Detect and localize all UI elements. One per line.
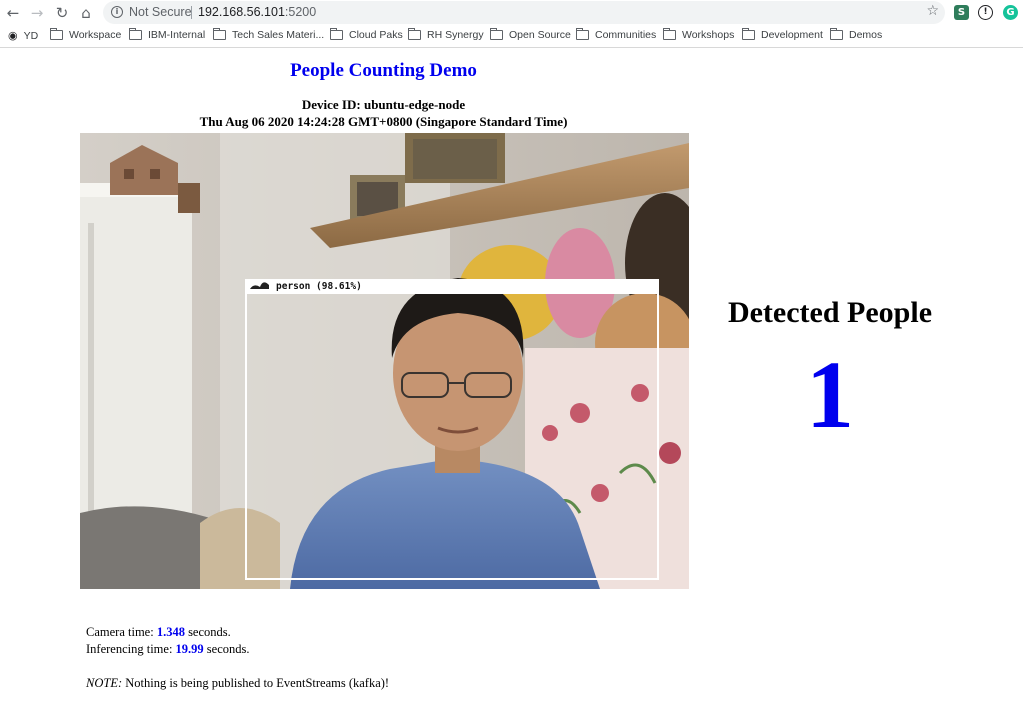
address-bar[interactable]: i Not Secure 192.168.56.101:5200 ☆ bbox=[103, 1, 945, 24]
folder-icon bbox=[129, 28, 142, 40]
address-divider bbox=[191, 6, 192, 19]
page-title: People Counting Demo bbox=[290, 60, 477, 81]
bookmark-demos[interactable]: Demos bbox=[830, 28, 883, 41]
bookmark-tech-sales[interactable]: Tech Sales Materi... bbox=[213, 28, 325, 41]
camera-time-label: Camera time: bbox=[86, 625, 154, 639]
folder-icon bbox=[490, 28, 503, 40]
folder-icon bbox=[50, 28, 63, 40]
note-text: Nothing is being published to EventStrea… bbox=[125, 676, 390, 690]
bookmark-rh-synergy[interactable]: RH Synergy bbox=[408, 28, 484, 41]
note-prefix: NOTE: bbox=[86, 676, 123, 690]
bookmark-development[interactable]: Development bbox=[742, 28, 823, 41]
url-port: :5200 bbox=[284, 5, 317, 19]
home-icon[interactable]: ⌂ bbox=[75, 2, 97, 24]
folder-icon bbox=[830, 28, 843, 40]
browser-toolbar: ← → ↻ ⌂ i Not Secure 192.168.56.101:5200… bbox=[0, 0, 1023, 26]
publish-note: NOTE: Nothing is being published to Even… bbox=[86, 676, 389, 691]
folder-icon bbox=[213, 28, 226, 40]
bookmark-ibm-internal[interactable]: IBM-Internal bbox=[129, 28, 206, 41]
folder-icon bbox=[330, 28, 343, 40]
camera-time-unit: seconds. bbox=[188, 625, 231, 639]
detected-people-count: 1 bbox=[806, 341, 854, 448]
inferencing-time-label: Inferencing time: bbox=[86, 642, 173, 656]
bookmark-label: Development bbox=[761, 29, 823, 41]
folder-icon bbox=[742, 28, 755, 40]
inferencing-time-unit: seconds. bbox=[206, 642, 250, 656]
camera-time: Camera time: 1.348 seconds. bbox=[86, 625, 231, 640]
camera-frame-image bbox=[80, 133, 689, 589]
security-label: Not Secure bbox=[129, 5, 192, 19]
bookmark-label: YD bbox=[23, 29, 39, 42]
bookmark-star-icon[interactable]: ☆ bbox=[926, 3, 939, 19]
bookmark-label: RH Synergy bbox=[427, 29, 484, 41]
inferencing-time-value: 19.99 bbox=[175, 642, 204, 656]
bookmark-label: Workshops bbox=[682, 29, 735, 41]
bookmark-cloud-paks[interactable]: Cloud Paks bbox=[330, 28, 403, 41]
bookmark-workspace[interactable]: Workspace bbox=[50, 28, 122, 41]
bookmark-label: Open Source bbox=[509, 29, 571, 41]
bookmark-label: IBM-Internal bbox=[148, 29, 206, 41]
camera-feed: person (98.61%) bbox=[80, 133, 689, 589]
bookmark-label: Workspace bbox=[69, 29, 122, 41]
info-icon[interactable]: i bbox=[111, 6, 123, 18]
bookmark-label: Demos bbox=[849, 29, 883, 41]
folder-icon bbox=[576, 28, 589, 40]
bookmark-yd[interactable]: ◉ YD bbox=[8, 29, 38, 42]
extension-s-icon[interactable]: S bbox=[954, 5, 969, 20]
detection-label: person (98.61%) bbox=[276, 281, 362, 292]
bookmark-open-source[interactable]: Open Source bbox=[490, 28, 571, 41]
bookmarks-bar: ◉ YD Workspace IBM-Internal Tech Sales Ma… bbox=[0, 26, 1023, 48]
bookmark-label: Communities bbox=[595, 29, 657, 41]
folder-icon bbox=[408, 28, 421, 40]
globe-icon: ◉ bbox=[8, 29, 18, 42]
bookmark-communities[interactable]: Communities bbox=[576, 28, 657, 41]
extension-info-icon[interactable]: ! bbox=[978, 5, 993, 20]
bookmark-label: Tech Sales Materi... bbox=[232, 29, 325, 41]
inferencing-time: Inferencing time: 19.99 seconds. bbox=[86, 642, 250, 657]
detected-people-title: Detected People bbox=[727, 296, 933, 329]
forward-arrow-icon[interactable]: → bbox=[26, 2, 48, 24]
reload-icon[interactable]: ↻ bbox=[51, 2, 73, 24]
folder-icon bbox=[663, 28, 676, 40]
bookmark-label: Cloud Paks bbox=[349, 29, 403, 41]
camera-time-value: 1.348 bbox=[156, 625, 185, 639]
url-text[interactable]: 192.168.56.101:5200 bbox=[198, 5, 316, 19]
bookmark-workshops[interactable]: Workshops bbox=[663, 28, 735, 41]
url-host: 192.168.56.101 bbox=[198, 5, 285, 19]
current-datetime: Thu Aug 06 2020 14:24:28 GMT+0800 (Singa… bbox=[199, 114, 568, 129]
grammarly-icon[interactable]: G bbox=[1003, 5, 1018, 20]
device-id: Device ID: ubuntu-edge-node bbox=[301, 97, 466, 112]
back-arrow-icon[interactable]: ← bbox=[2, 2, 24, 24]
